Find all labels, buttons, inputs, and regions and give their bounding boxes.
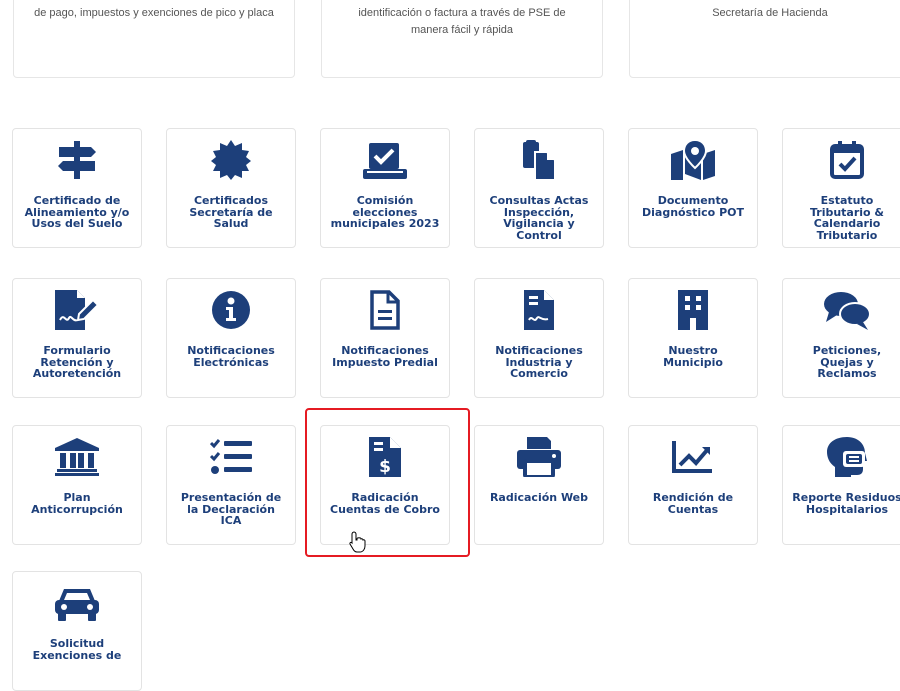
printer-icon	[475, 437, 603, 477]
vote-box-icon	[321, 141, 449, 179]
hand-pointer-icon	[348, 531, 368, 558]
tile-formulario-retencion[interactable]: Formulario Retención y Autoretención	[12, 278, 142, 398]
tile-label: Certificado de Alineamiento y/o Usos del…	[24, 194, 130, 230]
info-card-2[interactable]: identificación o factura a través de PSE…	[321, 0, 603, 78]
tile-label: Notificaciones Electrónicas	[187, 344, 275, 369]
tile-label: Notificaciones Impuesto Predial	[332, 344, 438, 369]
tile-rendicion-cuentas[interactable]: Rendición de Cuentas	[628, 425, 758, 545]
car-icon	[13, 584, 141, 622]
tile-pqr[interactable]: Peticiones, Quejas y Reclamos	[782, 278, 900, 398]
signpost-icon	[13, 141, 141, 179]
certificate-badge-icon	[167, 140, 295, 180]
info-card-text: identificación o factura a través de PSE…	[358, 7, 566, 36]
tile-label: Rendición de Cuentas	[652, 491, 734, 516]
tile-certificados-salud[interactable]: Certificados Secretaría de Salud	[166, 128, 296, 248]
tile-label: Formulario Retención y Autoretención	[32, 344, 122, 380]
tile-notificaciones-ica[interactable]: Notificaciones Industria y Comercio	[474, 278, 604, 398]
tile-label: Notificaciones Industria y Comercio	[495, 344, 583, 380]
tile-certificado-alineamiento[interactable]: Certificado de Alineamiento y/o Usos del…	[12, 128, 142, 248]
tile-label: Solicitud Exenciones de	[32, 637, 122, 662]
tile-label: Consultas Actas Inspección, Vigilancia y…	[489, 194, 589, 242]
tile-label: Presentación de la Declaración ICA	[180, 491, 282, 527]
highlight-box	[305, 408, 470, 557]
info-card-1[interactable]: de pago, impuestos y exenciones de pico …	[13, 0, 295, 78]
tasks-list-icon	[167, 438, 295, 476]
tile-consultas-actas[interactable]: Consultas Actas Inspección, Vigilancia y…	[474, 128, 604, 248]
clipboard-copy-icon	[475, 140, 603, 180]
calendar-check-icon	[783, 141, 900, 179]
file-contract-icon	[475, 290, 603, 330]
tile-label: Radicación Web	[489, 491, 589, 504]
tile-estatuto-tributario[interactable]: Estatuto Tributario & Calendario Tributa…	[782, 128, 900, 248]
tile-label: Peticiones, Quejas y Reclamos	[812, 344, 882, 380]
tile-comision-elecciones[interactable]: Comisión elecciones municipales 2023	[320, 128, 450, 248]
tile-label: Plan Anticorrupción	[31, 491, 123, 516]
tile-label: Documento Diagnóstico POT	[642, 194, 744, 219]
info-card-text: de pago, impuestos y exenciones de pico …	[34, 7, 274, 19]
head-mask-icon	[783, 437, 900, 477]
tile-label: Estatuto Tributario & Calendario Tributa…	[809, 194, 885, 242]
file-alt-icon	[321, 290, 449, 330]
landmark-icon	[13, 438, 141, 476]
info-circle-icon	[167, 291, 295, 329]
tile-solicitud-exenciones[interactable]: Solicitud Exenciones de	[12, 571, 142, 691]
tile-documento-pot[interactable]: Documento Diagnóstico POT	[628, 128, 758, 248]
tile-label: Nuestro Municipio	[663, 344, 723, 369]
map-pin-icon	[629, 140, 757, 180]
tile-label: Comisión elecciones municipales 2023	[330, 194, 440, 230]
chart-line-icon	[629, 438, 757, 476]
tile-plan-anticorrupcion[interactable]: Plan Anticorrupción	[12, 425, 142, 545]
file-signature-icon	[13, 290, 141, 330]
tile-radicacion-web[interactable]: Radicación Web	[474, 425, 604, 545]
building-icon	[629, 290, 757, 330]
tile-nuestro-municipio[interactable]: Nuestro Municipio	[628, 278, 758, 398]
info-card-text: Secretaría de Hacienda	[712, 7, 828, 19]
tile-label: Reporte Residuos Hospitalarios	[792, 491, 900, 516]
info-card-3[interactable]: Secretaría de Hacienda	[629, 0, 900, 78]
tile-notificaciones-electronicas[interactable]: Notificaciones Electrónicas	[166, 278, 296, 398]
tile-reporte-residuos[interactable]: Reporte Residuos Hospitalarios	[782, 425, 900, 545]
tile-presentacion-ica[interactable]: Presentación de la Declaración ICA	[166, 425, 296, 545]
comments-icon	[783, 291, 900, 330]
tile-label: Certificados Secretaría de Salud	[189, 194, 273, 230]
tile-notificaciones-predial[interactable]: Notificaciones Impuesto Predial	[320, 278, 450, 398]
